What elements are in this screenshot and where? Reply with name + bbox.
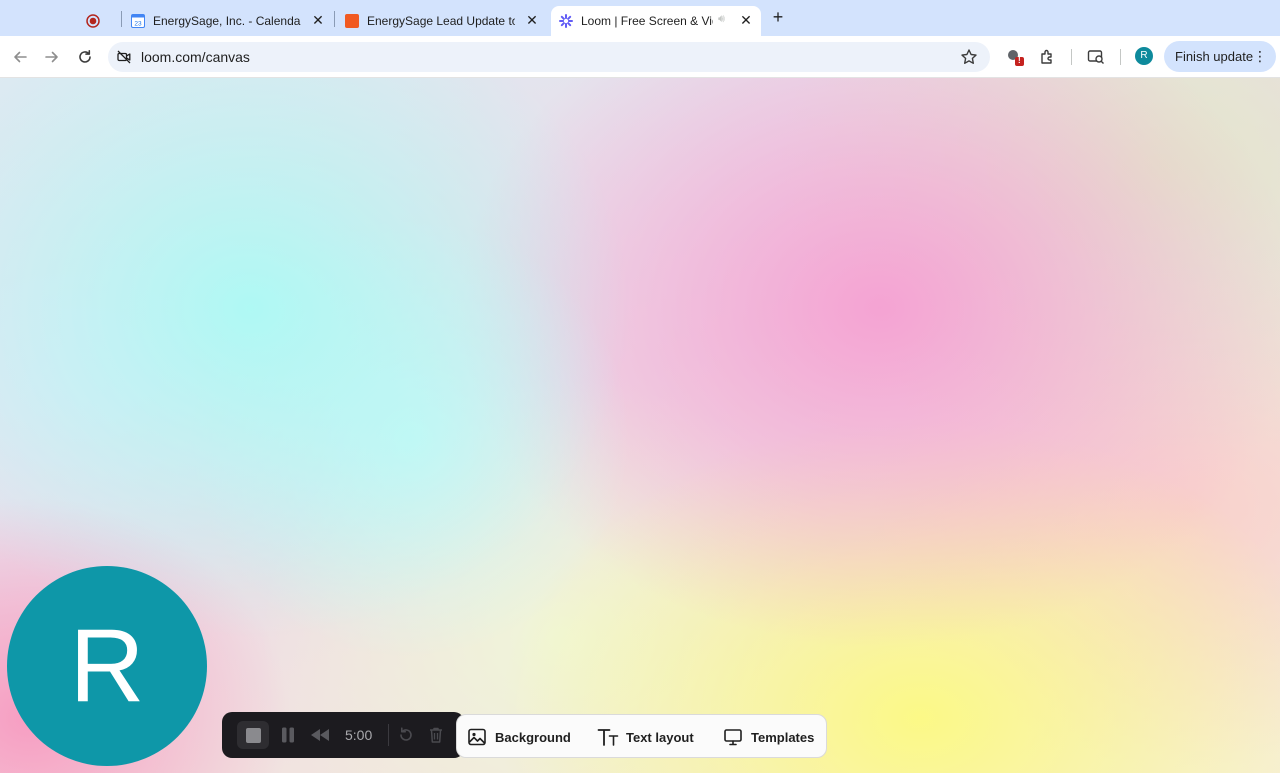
url-text: loom.com/canvas xyxy=(141,49,250,65)
tab-title: EnergySage, Inc. - Calendar - xyxy=(153,14,301,28)
text-size-icon xyxy=(597,726,619,748)
new-tab-button[interactable]: + xyxy=(768,8,788,28)
close-icon[interactable]: ✕ xyxy=(523,11,541,29)
camera-off-icon[interactable] xyxy=(116,49,132,65)
tab-divider xyxy=(121,11,122,27)
speaker-icon[interactable]: 🔊︎ xyxy=(718,13,725,26)
pause-icon xyxy=(282,727,294,743)
stop-icon xyxy=(245,727,261,743)
tab-strip: 23 EnergySage, Inc. - Calendar - ✕ Energ… xyxy=(0,0,1280,36)
extension-alert-icon[interactable]: ! xyxy=(1005,47,1025,67)
arrow-left-icon xyxy=(14,51,27,63)
google-calendar-icon: 23 xyxy=(131,14,145,28)
reload-button[interactable] xyxy=(74,46,96,68)
delete-button[interactable] xyxy=(424,723,448,747)
browser-window: 23 EnergySage, Inc. - Calendar - ✕ Energ… xyxy=(0,0,1280,773)
back-button[interactable] xyxy=(9,46,31,68)
extensions-puzzle-icon[interactable] xyxy=(1038,47,1058,67)
recording-timer: 5:00 xyxy=(345,727,373,743)
arrow-right-icon xyxy=(45,51,58,63)
tab-title: EnergySage Lead Update to I xyxy=(367,14,515,28)
pause-button[interactable] xyxy=(276,723,300,747)
toolbar-divider xyxy=(1120,49,1121,65)
loom-canvas: R 5:00 Background Text layout Templates xyxy=(0,78,1280,773)
recording-controls: 5:00 xyxy=(222,712,464,758)
tab-lead-update[interactable]: EnergySage Lead Update to I ✕ xyxy=(345,6,545,36)
forward-button[interactable] xyxy=(41,46,63,68)
close-icon[interactable]: ✕ xyxy=(737,11,755,29)
tab-divider xyxy=(334,11,335,27)
close-icon[interactable]: ✕ xyxy=(309,11,327,29)
image-icon xyxy=(466,726,488,748)
stop-button[interactable] xyxy=(237,721,269,749)
restart-button[interactable] xyxy=(394,723,418,747)
rewind-icon xyxy=(311,729,329,741)
star-icon[interactable] xyxy=(960,48,978,66)
more-vert-icon[interactable]: ⋮ xyxy=(1253,48,1267,65)
address-bar[interactable]: loom.com/canvas xyxy=(108,42,990,72)
finish-update-label: Finish update xyxy=(1175,49,1254,64)
media-search-icon[interactable] xyxy=(1086,47,1106,67)
tab-loom[interactable]: Loom | Free Screen & Vide 🔊︎ ✕ xyxy=(551,6,761,36)
monitor-icon xyxy=(722,726,744,748)
alert-badge: ! xyxy=(1018,56,1021,65)
svg-text:23: 23 xyxy=(134,21,142,28)
text-layout-button[interactable]: Text layout xyxy=(597,726,694,748)
camera-bubble-avatar[interactable]: R xyxy=(7,566,207,766)
profile-avatar[interactable]: R xyxy=(1135,47,1153,65)
toolbar-divider xyxy=(1071,49,1072,65)
text-layout-label: Text layout xyxy=(626,729,694,745)
loom-icon xyxy=(559,14,573,28)
record-icon xyxy=(86,14,100,28)
restart-icon xyxy=(400,727,412,741)
background-button[interactable]: Background xyxy=(466,726,571,748)
toolbar: loom.com/canvas ! R Finish update ⋮ xyxy=(0,36,1280,78)
trash-icon xyxy=(430,727,442,743)
finish-update-button[interactable]: Finish update ⋮ xyxy=(1164,41,1276,72)
rewind-button[interactable] xyxy=(308,723,332,747)
tab-recording[interactable] xyxy=(86,6,120,36)
templates-label: Templates xyxy=(751,729,815,745)
tab-calendar[interactable]: 23 EnergySage, Inc. - Calendar - ✕ xyxy=(131,6,331,36)
background-label: Background xyxy=(495,729,571,745)
orange-square-icon xyxy=(345,14,359,28)
templates-button[interactable]: Templates xyxy=(722,726,814,748)
reload-icon xyxy=(79,50,91,63)
tab-title: Loom | Free Screen & Vide xyxy=(581,14,713,28)
canvas-options-bar: Background Text layout Templates xyxy=(456,714,827,758)
avatar-initial: R xyxy=(69,608,145,724)
controls-divider xyxy=(388,724,389,746)
